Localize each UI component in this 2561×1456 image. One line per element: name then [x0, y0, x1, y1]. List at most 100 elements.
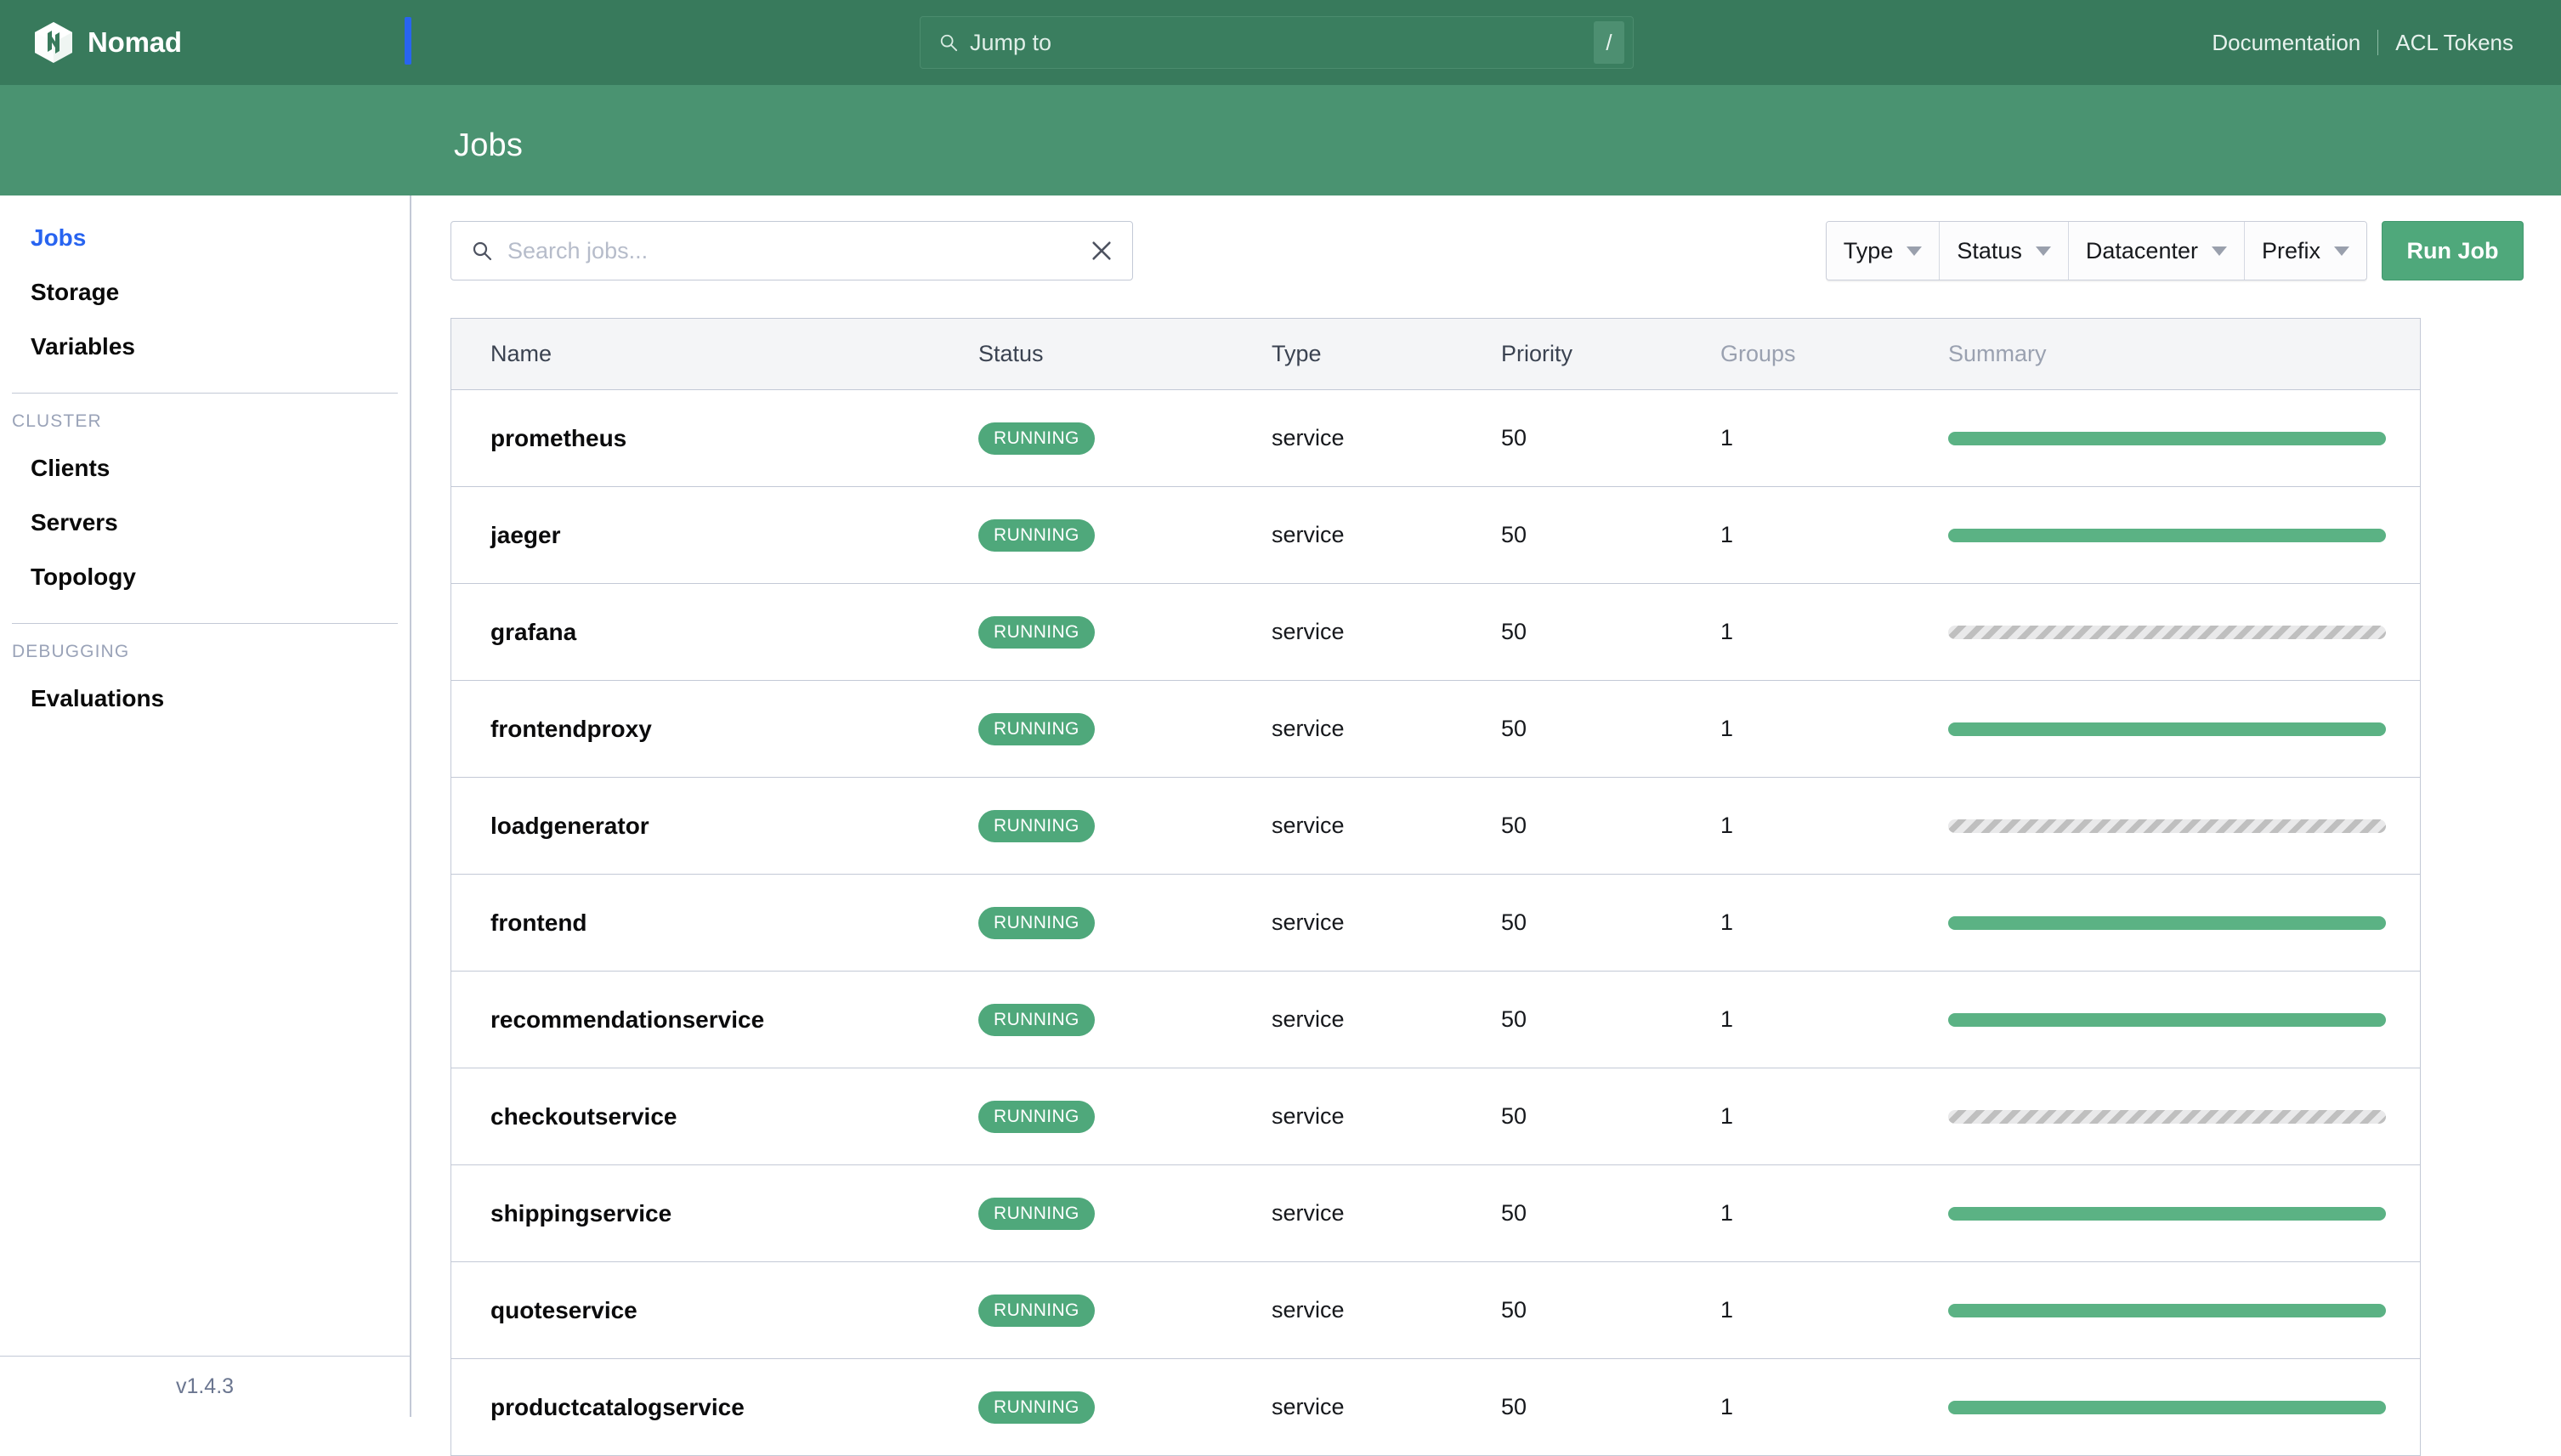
- job-name: frontendproxy: [490, 715, 652, 742]
- sidebar-item-variables[interactable]: Variables: [0, 320, 410, 374]
- job-status-cell: RUNNING: [978, 615, 1272, 649]
- sidebar-heading-cluster: CLUSTER: [12, 411, 102, 431]
- sidebar-item-jobs[interactable]: Jobs: [0, 211, 410, 265]
- table-row[interactable]: grafana RUNNING service 50 1: [451, 584, 2420, 681]
- table-row[interactable]: shippingservice RUNNING service 50 1: [451, 1165, 2420, 1262]
- job-priority-cell: 50: [1501, 1200, 1720, 1227]
- jobs-table: Name Status Type Priority Groups Summary…: [450, 318, 2421, 1456]
- job-groups: 1: [1720, 1103, 1734, 1129]
- run-job-button[interactable]: Run Job: [2382, 221, 2524, 280]
- column-header-type[interactable]: Type: [1272, 341, 1501, 367]
- search-icon: [473, 241, 492, 261]
- table-row[interactable]: recommendationservice RUNNING service 50 1: [451, 972, 2420, 1068]
- column-header-name[interactable]: Name: [451, 341, 978, 367]
- allocation-summary-bar: [1948, 1400, 2386, 1414]
- job-priority: 50: [1501, 813, 1527, 838]
- nomad-logo-icon: [35, 22, 72, 63]
- job-type: service: [1272, 909, 1345, 935]
- job-groups-cell: 1: [1720, 522, 1948, 548]
- job-priority: 50: [1501, 1006, 1527, 1032]
- job-name: shippingservice: [490, 1199, 672, 1227]
- table-row[interactable]: loadgenerator RUNNING service 50 1: [451, 778, 2420, 875]
- status-badge: RUNNING: [978, 422, 1095, 455]
- job-type-cell: service: [1272, 1394, 1501, 1420]
- table-row[interactable]: frontend RUNNING service 50 1: [451, 875, 2420, 972]
- job-name-cell[interactable]: loadgenerator: [451, 813, 978, 840]
- job-groups-cell: 1: [1720, 425, 1948, 451]
- job-name-cell[interactable]: jaeger: [451, 522, 978, 549]
- job-groups-cell: 1: [1720, 716, 1948, 742]
- status-badge: RUNNING: [978, 1391, 1095, 1424]
- job-priority: 50: [1501, 1200, 1527, 1226]
- sidebar-heading-debugging: DEBUGGING: [12, 642, 130, 661]
- jump-to-search[interactable]: Jump to /: [920, 16, 1634, 69]
- active-nav-indicator: [405, 17, 411, 65]
- column-header-priority[interactable]: Priority: [1501, 341, 1720, 367]
- job-type-cell: service: [1272, 1200, 1501, 1227]
- allocation-summary-bar: [1948, 431, 2386, 445]
- table-row[interactable]: checkoutservice RUNNING service 50 1: [451, 1068, 2420, 1165]
- allocation-summary-bar: [1948, 1303, 2386, 1317]
- filter-status-dropdown[interactable]: Status: [1940, 222, 2069, 280]
- job-name-cell[interactable]: frontend: [451, 909, 978, 937]
- allocation-summary-bar: [1948, 915, 2386, 930]
- job-summary-cell: [1948, 1109, 2420, 1124]
- table-row[interactable]: productcatalogservice RUNNING service 50 1: [451, 1359, 2420, 1456]
- status-badge: RUNNING: [978, 1197, 1095, 1230]
- job-type-cell: service: [1272, 1297, 1501, 1323]
- job-name: jaeger: [490, 521, 561, 548]
- job-name-cell[interactable]: grafana: [451, 619, 978, 646]
- job-summary-cell: [1948, 1400, 2420, 1414]
- column-header-status[interactable]: Status: [978, 341, 1272, 367]
- job-type: service: [1272, 1006, 1345, 1032]
- job-name-cell[interactable]: frontendproxy: [451, 716, 978, 743]
- job-groups-cell: 1: [1720, 1297, 1948, 1323]
- job-groups-cell: 1: [1720, 619, 1948, 645]
- job-groups: 1: [1720, 522, 1734, 547]
- job-summary-cell: [1948, 915, 2420, 930]
- job-name-cell[interactable]: recommendationservice: [451, 1006, 978, 1034]
- chevron-down-icon: [1907, 246, 1923, 256]
- job-type: service: [1272, 1297, 1345, 1323]
- job-priority-cell: 50: [1501, 522, 1720, 548]
- table-row[interactable]: quoteservice RUNNING service 50 1: [451, 1262, 2420, 1359]
- job-type: service: [1272, 716, 1345, 741]
- job-name-cell[interactable]: quoteservice: [451, 1297, 978, 1324]
- sidebar-item-clients[interactable]: Clients: [0, 441, 410, 496]
- job-type-cell: service: [1272, 813, 1501, 839]
- chevron-down-icon: [2334, 246, 2349, 256]
- job-name-cell[interactable]: shippingservice: [451, 1200, 978, 1227]
- job-groups: 1: [1720, 716, 1734, 741]
- filter-type-dropdown[interactable]: Type: [1826, 222, 1941, 280]
- job-type: service: [1272, 425, 1345, 450]
- acl-tokens-link[interactable]: ACL Tokens: [2378, 30, 2530, 56]
- filter-prefix-dropdown[interactable]: Prefix: [2244, 222, 2366, 280]
- job-type: service: [1272, 1103, 1345, 1129]
- job-name-cell[interactable]: prometheus: [451, 425, 978, 452]
- close-icon[interactable]: [1090, 239, 1113, 263]
- chevron-down-icon: [2211, 246, 2227, 256]
- job-groups: 1: [1720, 1394, 1734, 1419]
- job-groups: 1: [1720, 619, 1734, 644]
- brand-home-link[interactable]: Nomad: [34, 0, 182, 85]
- job-type: service: [1272, 813, 1345, 838]
- job-type: service: [1272, 1394, 1345, 1419]
- sidebar-item-storage[interactable]: Storage: [0, 265, 410, 320]
- table-row[interactable]: jaeger RUNNING service 50 1: [451, 487, 2420, 584]
- allocation-summary-bar: [1948, 819, 2386, 833]
- chevron-down-icon: [2035, 246, 2051, 256]
- allocation-summary-bar: [1948, 722, 2386, 736]
- sidebar-item-evaluations[interactable]: Evaluations: [0, 671, 410, 726]
- job-groups: 1: [1720, 909, 1734, 935]
- table-row[interactable]: prometheus RUNNING service 50 1: [451, 390, 2420, 487]
- table-row[interactable]: frontendproxy RUNNING service 50 1: [451, 681, 2420, 778]
- job-name-cell[interactable]: checkoutservice: [451, 1103, 978, 1130]
- filter-datacenter-dropdown[interactable]: Datacenter: [2068, 222, 2245, 280]
- job-groups: 1: [1720, 1200, 1734, 1226]
- sidebar-item-topology[interactable]: Topology: [0, 550, 410, 604]
- sidebar-item-servers[interactable]: Servers: [0, 496, 410, 550]
- job-type-cell: service: [1272, 909, 1501, 936]
- documentation-link[interactable]: Documentation: [2195, 30, 2377, 56]
- job-groups-cell: 1: [1720, 1200, 1948, 1227]
- search-jobs-input[interactable]: Search jobs...: [450, 221, 1133, 280]
